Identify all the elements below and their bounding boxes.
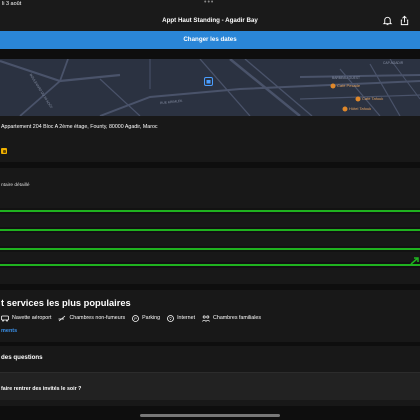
rating-bar [0,229,420,231]
page-title: Appt Haut Standing - Agadir Bay [162,17,258,24]
rating-section [0,142,420,162]
airport-shuttle-icon [1,315,9,322]
amenity-parking: P Parking [132,314,161,322]
amenity-label: Chambres familiales [213,315,262,321]
amenities-title: t services les plus populaires [1,298,131,308]
status-date: li 3 août [2,1,22,7]
amenity-airport-shuttle: Navette aéroport [1,315,51,322]
navigation-bar: Appt Haut Standing - Agadir Bay [0,10,420,31]
rating-badge-icon [1,148,7,154]
more-dots-icon[interactable]: ••• [204,0,214,6]
street-label: CAP AGADIR [383,61,404,65]
property-address: Appartement 204 Bloc A 2ème étage, Fount… [1,124,158,130]
property-marker-icon[interactable] [204,77,213,86]
poi-marker-icon[interactable] [330,83,336,89]
family-rooms-icon [202,315,210,322]
status-bar: li 3 août ••• [0,0,420,10]
amenity-label: Chambres non-fumeurs [69,315,126,321]
poi-label: Café Tafouk [362,96,384,101]
rating-bar [0,210,420,212]
question-text[interactable]: faire rentrer des invités le soir ? [1,386,81,392]
poi-label: Hôtel Tafouk [349,106,372,111]
change-dates-button[interactable]: Changer les dates [0,31,420,49]
wifi-icon [167,314,174,322]
share-icon[interactable] [399,15,410,26]
poi-marker-icon[interactable] [342,106,348,112]
svg-text:P: P [134,316,137,321]
detailed-comment-label: ntaire détaillé [1,183,30,188]
poi-label: Café Pesade [337,83,361,88]
parking-icon: P [132,314,140,322]
amenity-label: Parking [142,315,161,321]
amenities-list: Navette aéroport Chambres non-fumeurs P … [1,314,268,322]
change-dates-label: Changer les dates [183,36,237,43]
rating-bar [0,248,420,250]
amenity-non-smoking: Chambres non-fumeurs [58,315,125,322]
rating-bar [0,264,420,266]
property-map[interactable]: Café Pesade Café Tafouk Hôtel Tafouk BOU… [0,59,420,116]
home-indicator[interactable] [140,414,280,417]
amenity-internet: Internet [167,314,196,322]
bell-icon[interactable] [382,15,393,26]
amenity-family-rooms: Chambres familiales [202,315,261,322]
trend-arrow-icon [410,257,419,265]
amenity-label: Internet [177,315,196,321]
no-smoking-icon [58,315,66,321]
see-all-amenities-link[interactable]: ments [1,328,17,334]
street-label: BARBEAU OUEST [332,76,361,80]
amenity-label: Navette aéroport [12,315,52,321]
poi-marker-icon[interactable] [355,96,361,102]
questions-title: des questions [1,354,43,361]
